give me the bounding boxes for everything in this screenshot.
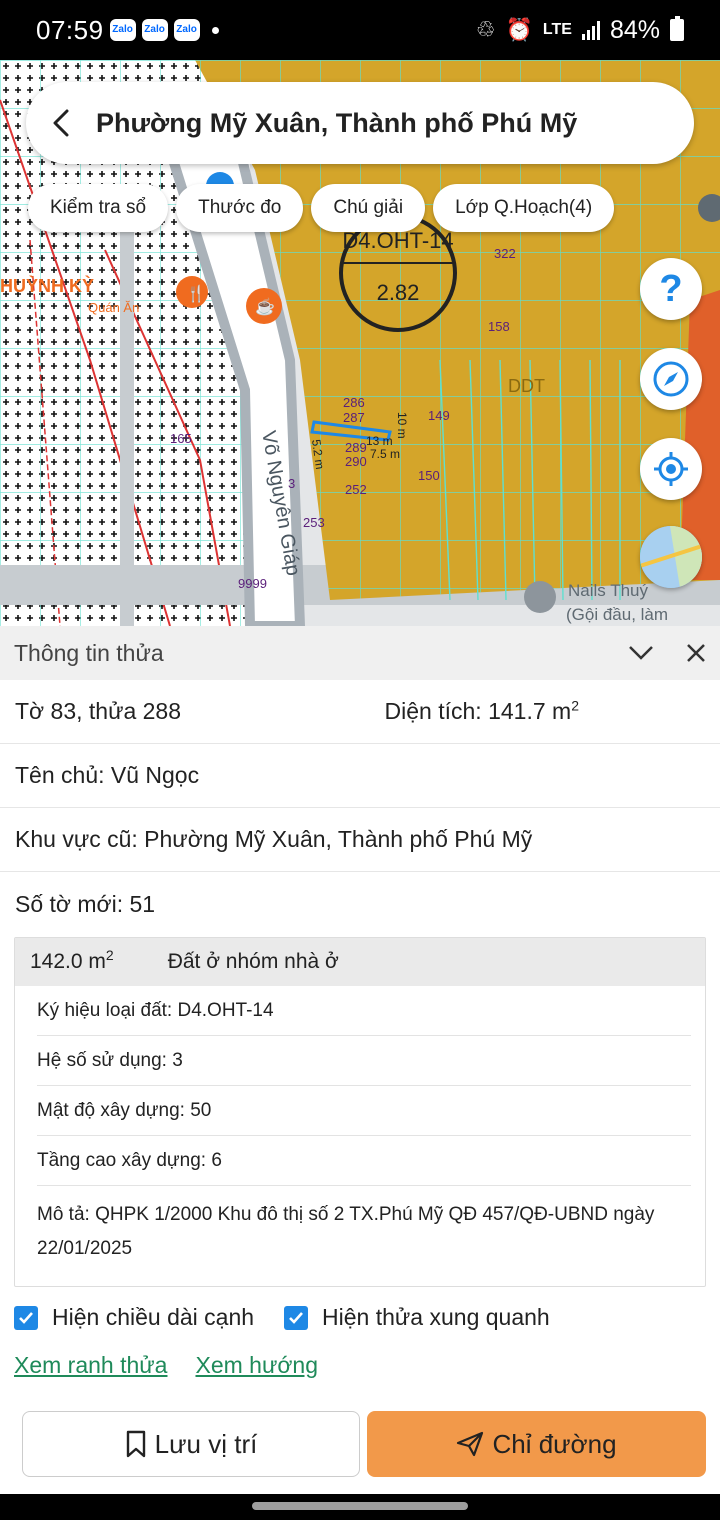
owner-row: Tên chủ: Vũ Ngọc <box>0 744 720 808</box>
zone-density: Mật độ xây dựng: 50 <box>37 1086 691 1136</box>
zone-floors: Tầng cao xây dựng: 6 <box>37 1136 691 1186</box>
battery-icon <box>670 16 684 41</box>
parcel-label: 9999 <box>238 576 267 591</box>
signal-icon <box>581 20 600 40</box>
help-button[interactable]: ? <box>640 258 702 320</box>
sheet-parcel: Tờ 83, thửa 288 <box>15 698 182 724</box>
collapse-chevron-icon[interactable] <box>628 645 654 661</box>
show-edge-length-checkbox[interactable]: Hiện chiều dài cạnh <box>14 1304 254 1331</box>
compass-button[interactable] <box>640 348 702 410</box>
parcel-label: 158 <box>488 319 510 334</box>
zone-coef-label: 2.82 <box>377 280 420 305</box>
back-arrow-icon[interactable] <box>26 82 96 164</box>
parcel-label: 165 <box>170 431 192 446</box>
parcel-label: 286 <box>343 395 365 410</box>
parcel-label: 322 <box>494 246 516 261</box>
save-location-button[interactable]: Lưu vị trí <box>22 1411 360 1477</box>
view-direction-link[interactable]: Xem hướng <box>195 1352 318 1379</box>
location-header: Phường Mỹ Xuân, Thành phố Phú Mỹ <box>26 82 694 164</box>
directions-button[interactable]: Chỉ đường <box>367 1411 706 1477</box>
poi-nails-sub: (Gội đầu, làm <box>566 605 668 624</box>
poi-restaurant-sub: Quán Ăn <box>88 300 139 315</box>
old-area-row: Khu vực cũ: Phường Mỹ Xuân, Thành phố Ph… <box>0 808 720 872</box>
edge-length-label: 13 m <box>366 434 393 448</box>
area-value: Diện tích: 141.7 m2 <box>384 697 579 724</box>
edge-length-label: 10 m <box>395 412 409 439</box>
more-notifications-dot <box>211 26 219 34</box>
old-area: Khu vực cũ: Phường Mỹ Xuân, Thành phố Ph… <box>15 826 533 852</box>
close-icon[interactable] <box>686 643 706 663</box>
check-certificate-chip[interactable]: Kiểm tra sổ <box>28 184 169 232</box>
parcel-label: 253 <box>303 515 325 530</box>
home-gesture-pill[interactable] <box>252 1502 468 1510</box>
planning-layer-chip[interactable]: Lớp Q.Hoạch(4) <box>433 184 615 232</box>
panel-title: Thông tin thửa <box>14 639 164 666</box>
zone-right-label: DDT <box>508 376 545 396</box>
checkmark-icon <box>284 1305 309 1330</box>
view-boundary-link[interactable]: Xem ranh thửa <box>14 1352 167 1379</box>
zone-header: 142.0 m2 Đất ở nhóm nhà ở <box>15 938 705 986</box>
clock: 07:59 <box>36 14 104 45</box>
map-tool-chips: Kiểm tra sổ Thước đo Chú giải Lớp Q.Hoạc… <box>28 184 615 232</box>
edge-length-label: 7.5 m <box>370 447 400 461</box>
new-sheet-number: Số tờ mới: 51 <box>15 890 156 917</box>
zone-description: Mô tả: QHPK 1/2000 Khu đô thị số 2 TX.Ph… <box>37 1204 655 1259</box>
parcel-label: 289 <box>345 440 367 455</box>
question-icon: ? <box>659 267 683 310</box>
parcel-label: 287 <box>343 410 365 425</box>
location-title: Phường Mỹ Xuân, Thành phố Phú Mỹ <box>96 107 578 138</box>
map-type-switch[interactable] <box>640 526 702 588</box>
recycle-icon: ♲ <box>475 17 496 42</box>
bookmark-icon <box>126 1430 145 1458</box>
parcel-id-row: Tờ 83, thửa 288 Diện tích: 141.7 m2 <box>0 680 720 744</box>
legend-chip[interactable]: Chú giải <box>311 184 426 232</box>
parcel-label: 252 <box>345 482 367 497</box>
zone-usage-coef: Hệ số sử dụng: 3 <box>37 1036 691 1086</box>
status-bar: 07:59 Zalo Zalo Zalo ♲ ⏰ LTE 84% <box>0 0 720 60</box>
parcel-label: 150 <box>418 468 440 483</box>
alarm-icon: ⏰ <box>505 17 533 42</box>
parcel-info-panel: Thông tin thửa Tờ 83, thửa 288 Diện tích… <box>0 626 720 1494</box>
panel-links: Xem ranh thửa Xem hướng <box>14 1352 318 1379</box>
zalo-notification-icon: Zalo <box>109 19 136 41</box>
zalo-notification-icon: Zalo <box>173 19 200 41</box>
send-icon <box>457 1431 484 1457</box>
zone-symbol: Ký hiệu loại đất: D4.OHT-14 <box>37 986 691 1036</box>
network-type: LTE <box>542 21 572 38</box>
new-sheet-row: Số tờ mới: 51 <box>0 872 720 936</box>
svg-text:☕: ☕ <box>255 297 275 316</box>
svg-text:🍴: 🍴 <box>186 284 206 303</box>
zone-area: 142.0 m2 <box>30 947 114 973</box>
crosshair-icon <box>654 452 688 486</box>
compass-icon <box>653 361 689 397</box>
parcel-label: 149 <box>428 408 450 423</box>
battery-percent: 84% <box>609 15 660 44</box>
parcel-label: 290 <box>345 454 367 469</box>
show-neighbors-checkbox[interactable]: Hiện thửa xung quanh <box>284 1304 550 1331</box>
checkmark-icon <box>14 1305 38 1330</box>
display-options: Hiện chiều dài cạnh Hiện thửa xung quanh <box>14 1304 550 1331</box>
owner-name: Tên chủ: Vũ Ngọc <box>15 762 200 788</box>
my-location-button[interactable] <box>640 438 702 500</box>
zone-land-type: Đất ở nhóm nhà ở <box>167 950 339 973</box>
poi-restaurant-name: HUỲNH KỲ <box>0 275 94 296</box>
system-nav-bar <box>0 1494 720 1520</box>
poi-nails-name: Nails Thuý <box>568 581 648 600</box>
panel-header: Thông tin thửa <box>0 626 720 680</box>
map-view[interactable]: D4.OHT-14 2.82 322 158 286 287 289 290 1… <box>0 60 720 626</box>
zalo-notification-icon: Zalo <box>141 19 168 41</box>
measure-chip[interactable]: Thước đo <box>176 184 304 232</box>
planning-zone-card: 142.0 m2 Đất ở nhóm nhà ở Ký hiệu loại đ… <box>14 937 706 1287</box>
